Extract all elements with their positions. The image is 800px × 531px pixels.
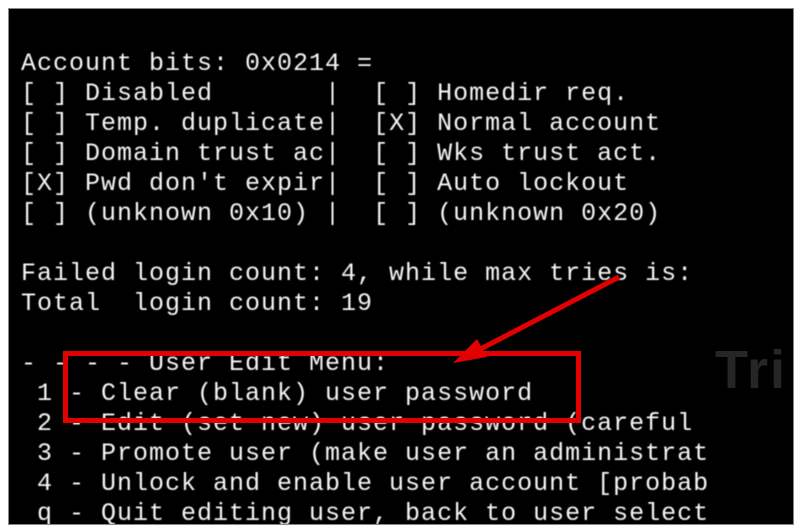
bit-domain-trust: [ ] Domain trust ac (21, 139, 325, 168)
bit-homedir: [ ] Homedir req. (357, 79, 629, 108)
account-bits-header: Account bits: 0x0214 = (21, 49, 373, 78)
bit-normal-account: [X] Normal account (357, 109, 661, 138)
menu-option-q-quit[interactable]: q - Quit editing user, back to user sele… (21, 499, 709, 525)
terminal-window: Account bits: 0x0214 = [ ] Disabled | [ … (8, 8, 794, 525)
menu-option-4-unlock-account[interactable]: 4 - Unlock and enable user account [prob… (21, 469, 709, 498)
user-edit-menu-header: - - - - User Edit Menu: (21, 349, 389, 378)
menu-option-3-promote-user[interactable]: 3 - Promote user (make user an administr… (21, 439, 709, 468)
bit-wks-trust: [ ] Wks trust act. (357, 139, 661, 168)
bit-temp-duplicate: [ ] Temp. duplicate (21, 109, 325, 138)
terminal-output: Account bits: 0x0214 = [ ] Disabled | [ … (21, 19, 793, 525)
bit-disabled: [ ] Disabled (21, 79, 325, 108)
total-login-count: Total login count: 19 (21, 289, 373, 318)
menu-option-2-edit-password[interactable]: 2 - Edit (set new) user password (carefu… (21, 409, 709, 438)
failed-login-count: Failed login count: 4, while max tries i… (21, 259, 693, 288)
bit-unknown-0x10: [ ] (unknown 0x10) (21, 199, 325, 228)
bit-auto-lockout: [ ] Auto lockout (357, 169, 629, 198)
bit-pwd-no-expire: [X] Pwd don't expir (21, 169, 325, 198)
bit-unknown-0x20: [ ] (unknown 0x20) (357, 199, 661, 228)
menu-option-1-clear-password[interactable]: 1 - Clear (blank) user password (21, 379, 533, 408)
